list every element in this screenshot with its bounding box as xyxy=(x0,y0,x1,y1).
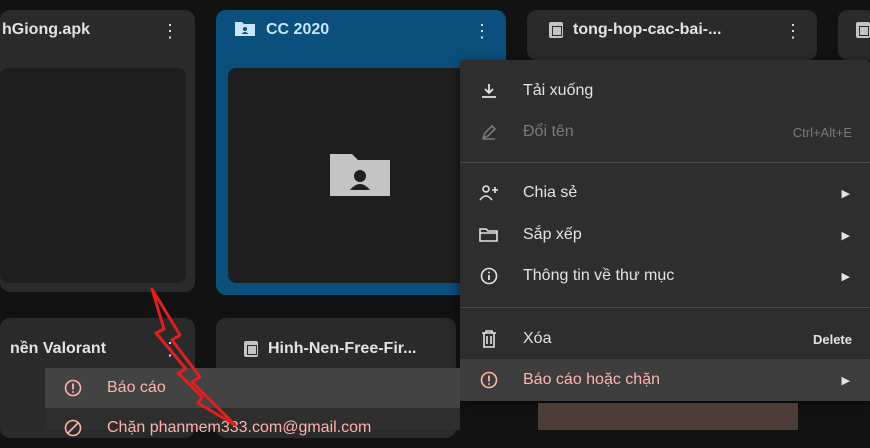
trash-icon xyxy=(478,328,500,350)
menu-label: Tải xuống xyxy=(523,82,594,99)
menu-item-share[interactable]: Chia sẻ ▶ xyxy=(460,172,870,214)
file-name: hGiong.apk xyxy=(2,21,90,38)
menu-label: Báo cáo hoặc chặn xyxy=(523,371,660,388)
menu-label: Sắp xếp xyxy=(523,226,582,243)
info-icon xyxy=(478,265,500,287)
menu-divider xyxy=(460,162,870,163)
menu-shortcut: Ctrl+Alt+E xyxy=(792,124,852,140)
menu-shortcut: Delete xyxy=(812,331,852,347)
context-menu: Tải xuống Đổi tên Ctrl+Alt+E Chia sẻ ▶ S… xyxy=(460,60,870,401)
folder-name: CC 2020 xyxy=(266,21,330,38)
annotation-arrow-icon xyxy=(150,287,237,427)
report-icon xyxy=(63,378,83,398)
menu-label: Đổi tên xyxy=(523,123,574,140)
menu-label: Chia sẻ xyxy=(523,184,578,201)
report-block-submenu: Báo cáo Chặn phanmem333.com@gmail.com xyxy=(45,368,460,437)
document-icon xyxy=(549,22,563,38)
add-person-icon xyxy=(478,182,500,204)
menu-label: Thông tin về thư mục xyxy=(523,267,675,284)
menu-item-download[interactable]: Tải xuống xyxy=(460,70,870,112)
menu-item-info[interactable]: Thông tin về thư mục ▶ xyxy=(460,255,870,297)
block-icon xyxy=(63,418,83,438)
submenu-item-report[interactable]: Báo cáo xyxy=(45,368,460,408)
file-card-apk[interactable]: hGiong.apk ⋮ xyxy=(0,10,195,292)
submenu-item-block[interactable]: Chặn phanmem333.com@gmail.com xyxy=(45,408,460,448)
menu-item-report-block[interactable]: Báo cáo hoặc chặn ▶ xyxy=(460,359,870,401)
more-options-icon[interactable]: ⋮ xyxy=(472,20,492,42)
submenu-arrow-icon: ▶ xyxy=(841,374,850,387)
file-title xyxy=(856,10,870,50)
submenu-arrow-icon: ▶ xyxy=(841,229,850,242)
report-icon xyxy=(478,369,500,391)
file-thumbnail xyxy=(0,68,186,283)
menu-item-organize[interactable]: Sắp xếp ▶ xyxy=(460,214,870,256)
more-options-icon[interactable]: ⋮ xyxy=(783,20,803,42)
file-title: hGiong.apk xyxy=(2,10,90,50)
download-icon xyxy=(478,80,500,102)
pencil-icon xyxy=(478,121,500,143)
folder-thumbnail xyxy=(228,68,494,283)
submenu-arrow-icon: ▶ xyxy=(841,270,850,283)
document-icon xyxy=(856,22,870,38)
file-name: nền Valorant xyxy=(10,340,107,357)
file-name: Hinh-Nen-Free-Fir... xyxy=(268,340,417,357)
menu-item-rename: Đổi tên Ctrl+Alt+E xyxy=(460,111,870,153)
submenu-arrow-icon: ▶ xyxy=(841,187,850,200)
folder-open-icon xyxy=(478,224,500,246)
menu-label: Xóa xyxy=(523,330,552,347)
file-name: tong-hop-cac-bai-... xyxy=(573,21,722,38)
more-options-icon[interactable]: ⋮ xyxy=(160,20,180,42)
file-card-tong-hop[interactable]: tong-hop-cac-bai-... ⋮ xyxy=(527,10,817,60)
menu-divider xyxy=(460,307,870,308)
file-card-partial[interactable] xyxy=(838,10,870,60)
folder-title: CC 2020 xyxy=(234,10,329,50)
shared-folder-icon xyxy=(234,19,256,42)
shared-folder-large-icon xyxy=(328,148,392,203)
file-thumbnail-preview xyxy=(538,403,798,430)
menu-item-delete[interactable]: Xóa Delete xyxy=(460,318,870,360)
file-title: tong-hop-cac-bai-... xyxy=(549,10,721,50)
